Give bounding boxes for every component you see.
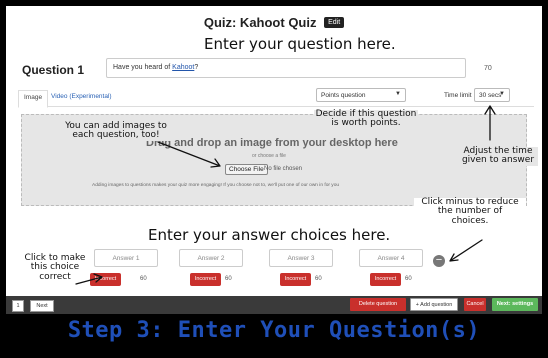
tab-video[interactable]: Video (Experimental) — [46, 90, 117, 103]
cancel-button[interactable]: Cancel — [464, 298, 486, 311]
answer-1-incorrect-button[interactable]: Incorrect — [90, 273, 121, 286]
arrow-to-minus-icon — [449, 239, 483, 262]
annotation-reduce-choices: Click minus to reduce the number of choi… — [414, 197, 526, 227]
page-number[interactable]: 1 — [12, 300, 24, 312]
next-question-button[interactable]: Next — [30, 300, 54, 312]
question-label: Question 1 — [22, 63, 85, 77]
tab-image[interactable]: Image — [18, 90, 49, 108]
answer-4-input[interactable]: Answer 4 — [359, 249, 423, 267]
time-limit-label: Time limit — [444, 92, 472, 99]
answer-2-incorrect-button[interactable]: Incorrect — [190, 273, 221, 286]
question-text-suffix: ? — [194, 64, 199, 71]
answer-4-incorrect-button[interactable]: Incorrect — [370, 273, 401, 286]
answer-2-points: 60 — [225, 276, 232, 282]
edit-button[interactable]: Edit — [324, 17, 345, 29]
quiz-title: Quiz: Kahoot Quiz — [203, 15, 317, 31]
answer-4-points: 60 — [405, 276, 412, 282]
dropzone-hint: Adding images to questions makes your qu… — [92, 183, 340, 188]
annotation-make-correct: Click to make this choice correct — [24, 253, 86, 282]
answer-1-points: 60 — [140, 276, 147, 282]
answer-3-points: 60 — [315, 276, 322, 282]
chevron-down-icon: ▼ — [499, 91, 505, 97]
answer-2-input[interactable]: Answer 2 — [179, 249, 243, 267]
dropzone-or-text: or choose a file — [252, 153, 286, 159]
chevron-down-icon: ▼ — [395, 91, 401, 97]
annotation-enter-question: Enter your question here. — [204, 35, 396, 53]
answer-1-input[interactable]: Answer 1 — [94, 249, 158, 267]
next-settings-button[interactable]: Next: settings — [492, 298, 538, 311]
add-question-button[interactable]: + Add question — [410, 298, 458, 311]
bottom-toolbar — [6, 296, 542, 314]
question-text-prefix: Have you heard of — [113, 64, 173, 71]
time-limit-select[interactable]: 30 secs ▼ — [474, 88, 510, 102]
choose-file-button[interactable]: Choose File — [225, 164, 268, 175]
step-caption: Step 3: Enter Your Question(s) — [67, 318, 481, 343]
answer-3-incorrect-button[interactable]: Incorrect — [280, 273, 311, 286]
kahoot-link[interactable]: Kahoot — [172, 64, 194, 71]
annotation-points: Decide if this question is worth points. — [314, 109, 418, 129]
dropzone-main-text: Drag and drop an image from your desktop… — [146, 137, 398, 149]
annotation-enter-answers: Enter your answer choices here. — [148, 226, 391, 244]
quiz-title-bar: Quiz: Kahoot Quiz Edit — [6, 14, 542, 30]
time-limit-value: 30 secs — [479, 92, 502, 99]
remove-choice-button[interactable]: − — [433, 255, 445, 267]
points-select-value: Points question — [321, 92, 366, 99]
char-count: 70 — [484, 65, 492, 72]
tabs-divider — [18, 106, 534, 107]
delete-question-button[interactable]: Delete question — [350, 298, 406, 311]
no-file-text: No file chosen — [264, 166, 303, 172]
answer-3-input[interactable]: Answer 3 — [269, 249, 333, 267]
annotation-adjust-time: Adjust the time given to answer — [458, 146, 538, 166]
screenshot-frame: Quiz: Kahoot Quiz Edit Enter your questi… — [6, 6, 542, 314]
question-text-input[interactable]: Have you heard of Kahoot? — [106, 58, 466, 78]
annotation-add-images: You can add images to each question, too… — [61, 121, 171, 141]
points-select[interactable]: Points question ▼ — [316, 88, 406, 102]
